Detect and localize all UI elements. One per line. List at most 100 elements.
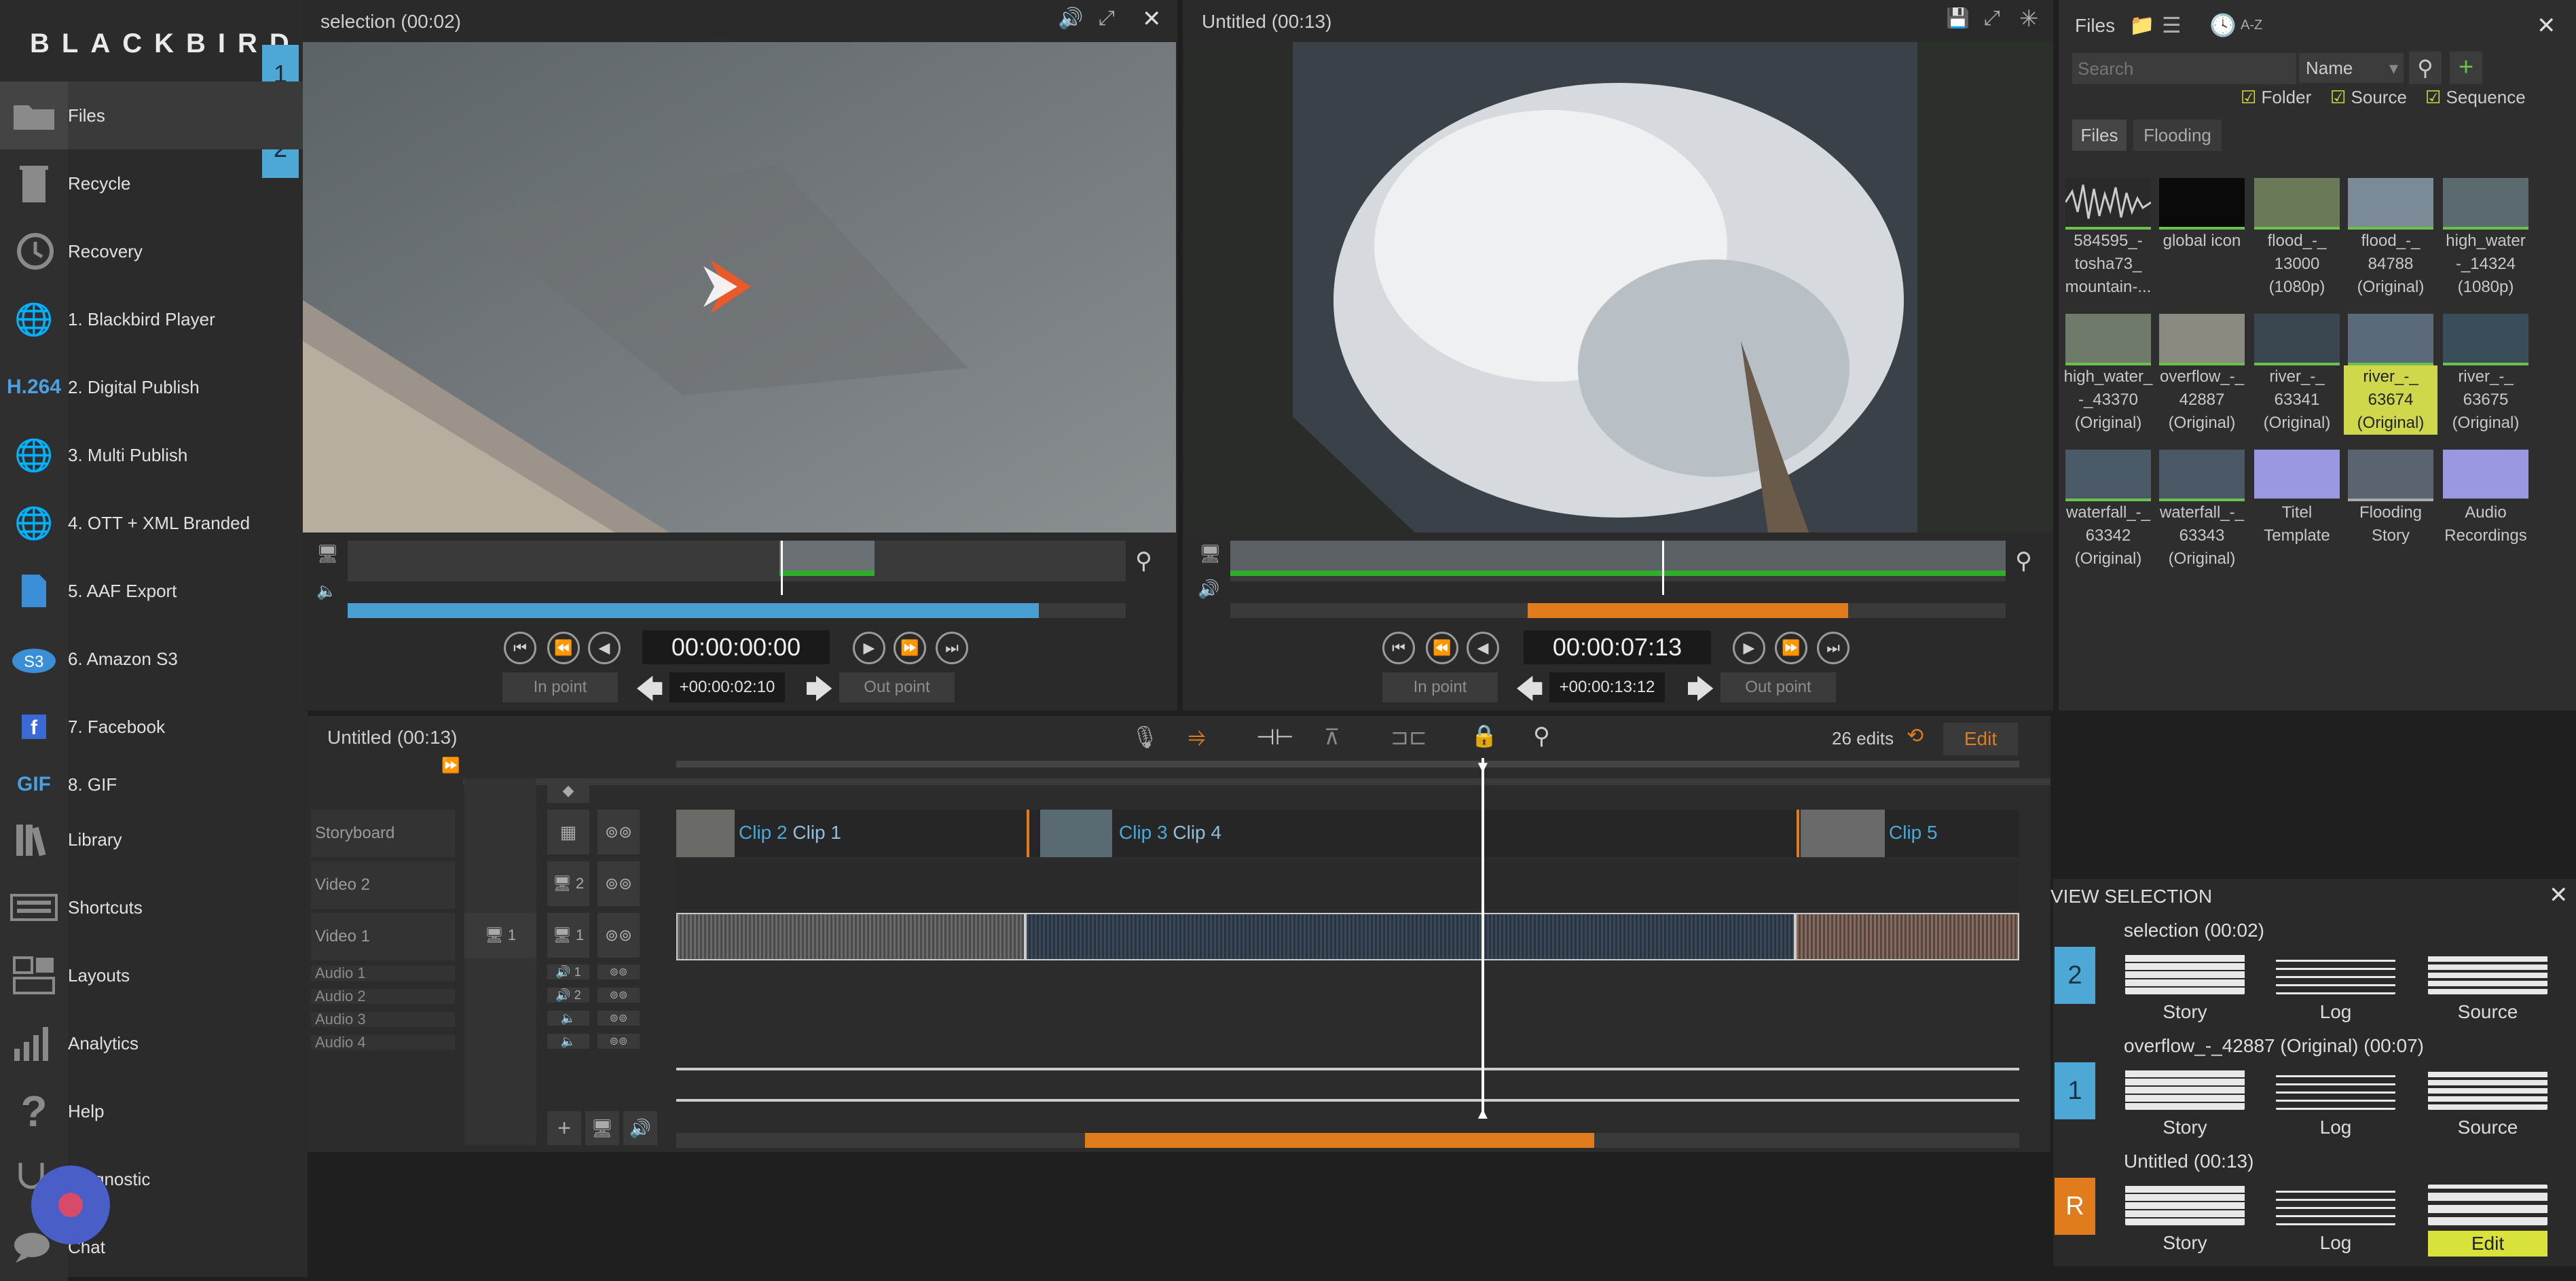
- expand-icon[interactable]: ⤢: [1099, 7, 1115, 30]
- timeline-ruler[interactable]: [676, 761, 2019, 768]
- sort-label[interactable]: A-Z: [2241, 18, 2262, 33]
- source-scrub-track[interactable]: [348, 541, 1126, 595]
- record-progress-bar[interactable]: [1230, 603, 2006, 618]
- file-caption[interactable]: river_-_ 63675 (Original): [2439, 365, 2533, 435]
- speaker-icon[interactable]: 🔊: [1198, 579, 1219, 600]
- microphone-icon[interactable]: 🎙: [1131, 724, 1159, 750]
- arrow-left-icon[interactable]: 🡄: [636, 670, 663, 716]
- link-icon[interactable]: ⊚⊚: [597, 964, 640, 979]
- folder-icon[interactable]: [2254, 450, 2340, 499]
- sidebar-item-aaf-export[interactable]: 5. AAF Export: [0, 557, 308, 625]
- track-label-video1[interactable]: Video 1: [311, 913, 455, 960]
- keyframe-icon[interactable]: ◆: [547, 778, 589, 803]
- split-tool-icon[interactable]: ⊣⊢: [1256, 724, 1294, 750]
- close-icon[interactable]: ✕: [1142, 5, 1162, 33]
- story-view-button[interactable]: [2125, 1069, 2245, 1110]
- tab-flooding[interactable]: Flooding: [2133, 120, 2222, 151]
- track-v1-target[interactable]: 🖥 1: [547, 913, 589, 958]
- step-back-button[interactable]: ⏪: [1426, 632, 1458, 664]
- file-thumb-audio[interactable]: [2064, 178, 2152, 230]
- track-label-audio2[interactable]: Audio 2: [311, 989, 455, 1004]
- file-caption[interactable]: river_-_ 63341 (Original): [2250, 365, 2344, 435]
- track-label-audio4[interactable]: Audio 4: [311, 1035, 455, 1050]
- source-view-button[interactable]: [2428, 1069, 2547, 1110]
- folder-icon[interactable]: [2443, 450, 2528, 499]
- file-thumb-high-water-14324[interactable]: [2443, 178, 2528, 230]
- filter-source[interactable]: ☑ Source: [2330, 87, 2407, 108]
- log-view-button[interactable]: [2276, 1069, 2395, 1110]
- step-back-button[interactable]: ⏪: [547, 632, 580, 664]
- search-icon[interactable]: ⚲: [2409, 52, 2442, 84]
- file-thumb-flooding-story[interactable]: [2348, 450, 2433, 501]
- file-caption[interactable]: Audio Recordings: [2439, 501, 2533, 547]
- zoom-icon[interactable]: ⚲: [2015, 547, 2032, 575]
- arrow-left-icon[interactable]: 🡄: [1515, 670, 1543, 716]
- file-caption[interactable]: flood_-_ 13000 (1080p): [2250, 230, 2344, 299]
- edit-mode-button[interactable]: Edit: [1943, 723, 2018, 755]
- sidebar-item-facebook[interactable]: f 7. Facebook: [0, 693, 308, 761]
- file-thumb-overflow-42887[interactable]: [2159, 314, 2245, 365]
- file-thumb-high-water-43370[interactable]: [2065, 314, 2151, 365]
- record-scrub-track[interactable]: [1230, 541, 2006, 595]
- record-video-frame[interactable]: [1184, 42, 2053, 533]
- trim-tool-icon[interactable]: ⊐⊏: [1391, 724, 1427, 750]
- timeline-scroll-thumb[interactable]: [1085, 1133, 1594, 1148]
- link-icon[interactable]: ⊚⊚: [597, 810, 640, 854]
- sidebar-item-amazon-s3[interactable]: S3 6. Amazon S3: [0, 625, 308, 693]
- link-icon[interactable]: ⊚⊚: [597, 913, 640, 958]
- link-icon[interactable]: ⊚⊚: [597, 1011, 640, 1026]
- close-icon[interactable]: ✕: [2537, 12, 2556, 39]
- source-out-point-button[interactable]: Out point: [839, 672, 955, 702]
- step-forward-button[interactable]: ⏩: [1775, 632, 1807, 664]
- play-button[interactable]: ▶: [1733, 632, 1765, 664]
- track-label-audio1[interactable]: Audio 1: [311, 966, 455, 981]
- sidebar-item-help[interactable]: ? Help: [0, 1077, 308, 1145]
- folder-view-icon[interactable]: 📁: [2129, 14, 2154, 37]
- track-label-storyboard[interactable]: Storyboard: [311, 810, 455, 857]
- filter-folder[interactable]: ☑ Folder: [2241, 87, 2311, 108]
- sidebar-item-gif[interactable]: GIF 8. GIF: [0, 761, 308, 808]
- track-label-video2[interactable]: Video 2: [311, 861, 455, 909]
- step-forward-button[interactable]: ⏩: [894, 632, 926, 664]
- lock-icon[interactable]: 🔒: [1471, 723, 1498, 748]
- playhead-bottom-marker[interactable]: ▲: [1475, 1104, 1491, 1123]
- track-v1-source[interactable]: 🖥 1: [464, 913, 536, 958]
- sidebar-item-shortcuts[interactable]: Shortcuts: [0, 873, 308, 941]
- view-slot-1[interactable]: 1: [2055, 1062, 2095, 1119]
- sidebar-item-recycle[interactable]: Recycle: [0, 149, 308, 217]
- go-to-end-button[interactable]: ⏭: [1817, 632, 1850, 664]
- file-caption[interactable]: high_water_ -_43370 (Original): [2061, 365, 2155, 435]
- record-out-point-button[interactable]: Out point: [1721, 672, 1836, 702]
- source-in-point-button[interactable]: In point: [502, 672, 618, 702]
- track-a1-target[interactable]: 🔊 1: [547, 964, 589, 979]
- add-audio-track-button[interactable]: 🔊: [623, 1111, 657, 1145]
- clip-filmstrip[interactable]: [1795, 913, 2019, 960]
- story-view-button[interactable]: [2125, 1185, 2245, 1225]
- playhead[interactable]: [1482, 758, 1484, 1118]
- source-view-button[interactable]: [2428, 954, 2547, 994]
- file-thumb-flood-84788[interactable]: [2348, 178, 2433, 230]
- filter-sequence[interactable]: ☑ Sequence: [2425, 87, 2526, 108]
- file-caption[interactable]: global icon: [2155, 230, 2249, 253]
- source-video-frame[interactable]: [303, 42, 1176, 533]
- record-fab-button[interactable]: [31, 1166, 110, 1244]
- source-progress-bar[interactable]: [348, 603, 1126, 618]
- clip-label[interactable]: Clip 2 Clip 1: [739, 822, 841, 844]
- log-view-button[interactable]: [2276, 954, 2395, 994]
- file-caption[interactable]: 584595_- tosha73_ mountain-...: [2061, 230, 2155, 299]
- file-caption[interactable]: waterfall_-_ 63342 (Original): [2061, 501, 2155, 571]
- link-icon[interactable]: ⊚⊚: [597, 1034, 640, 1049]
- file-caption[interactable]: Titel Template: [2250, 501, 2344, 547]
- view-slot-2[interactable]: 2: [2055, 947, 2095, 1004]
- sidebar-item-analytics[interactable]: Analytics: [0, 1009, 308, 1077]
- close-icon[interactable]: ✕: [2549, 882, 2569, 909]
- arrow-right-icon[interactable]: 🡆: [805, 670, 833, 716]
- files-search-input[interactable]: [2072, 53, 2296, 84]
- track-v2-target[interactable]: 🖥 2: [547, 861, 589, 906]
- speaker-icon[interactable]: 🔈: [547, 1034, 589, 1049]
- fast-forward-icon[interactable]: ⏩: [441, 757, 460, 774]
- file-thumb-flood-13000[interactable]: [2254, 178, 2340, 230]
- view-slot-record[interactable]: R: [2055, 1178, 2095, 1235]
- zoom-icon[interactable]: ⚲: [1135, 547, 1152, 575]
- storyboard-grid-icon[interactable]: ▦: [547, 810, 589, 854]
